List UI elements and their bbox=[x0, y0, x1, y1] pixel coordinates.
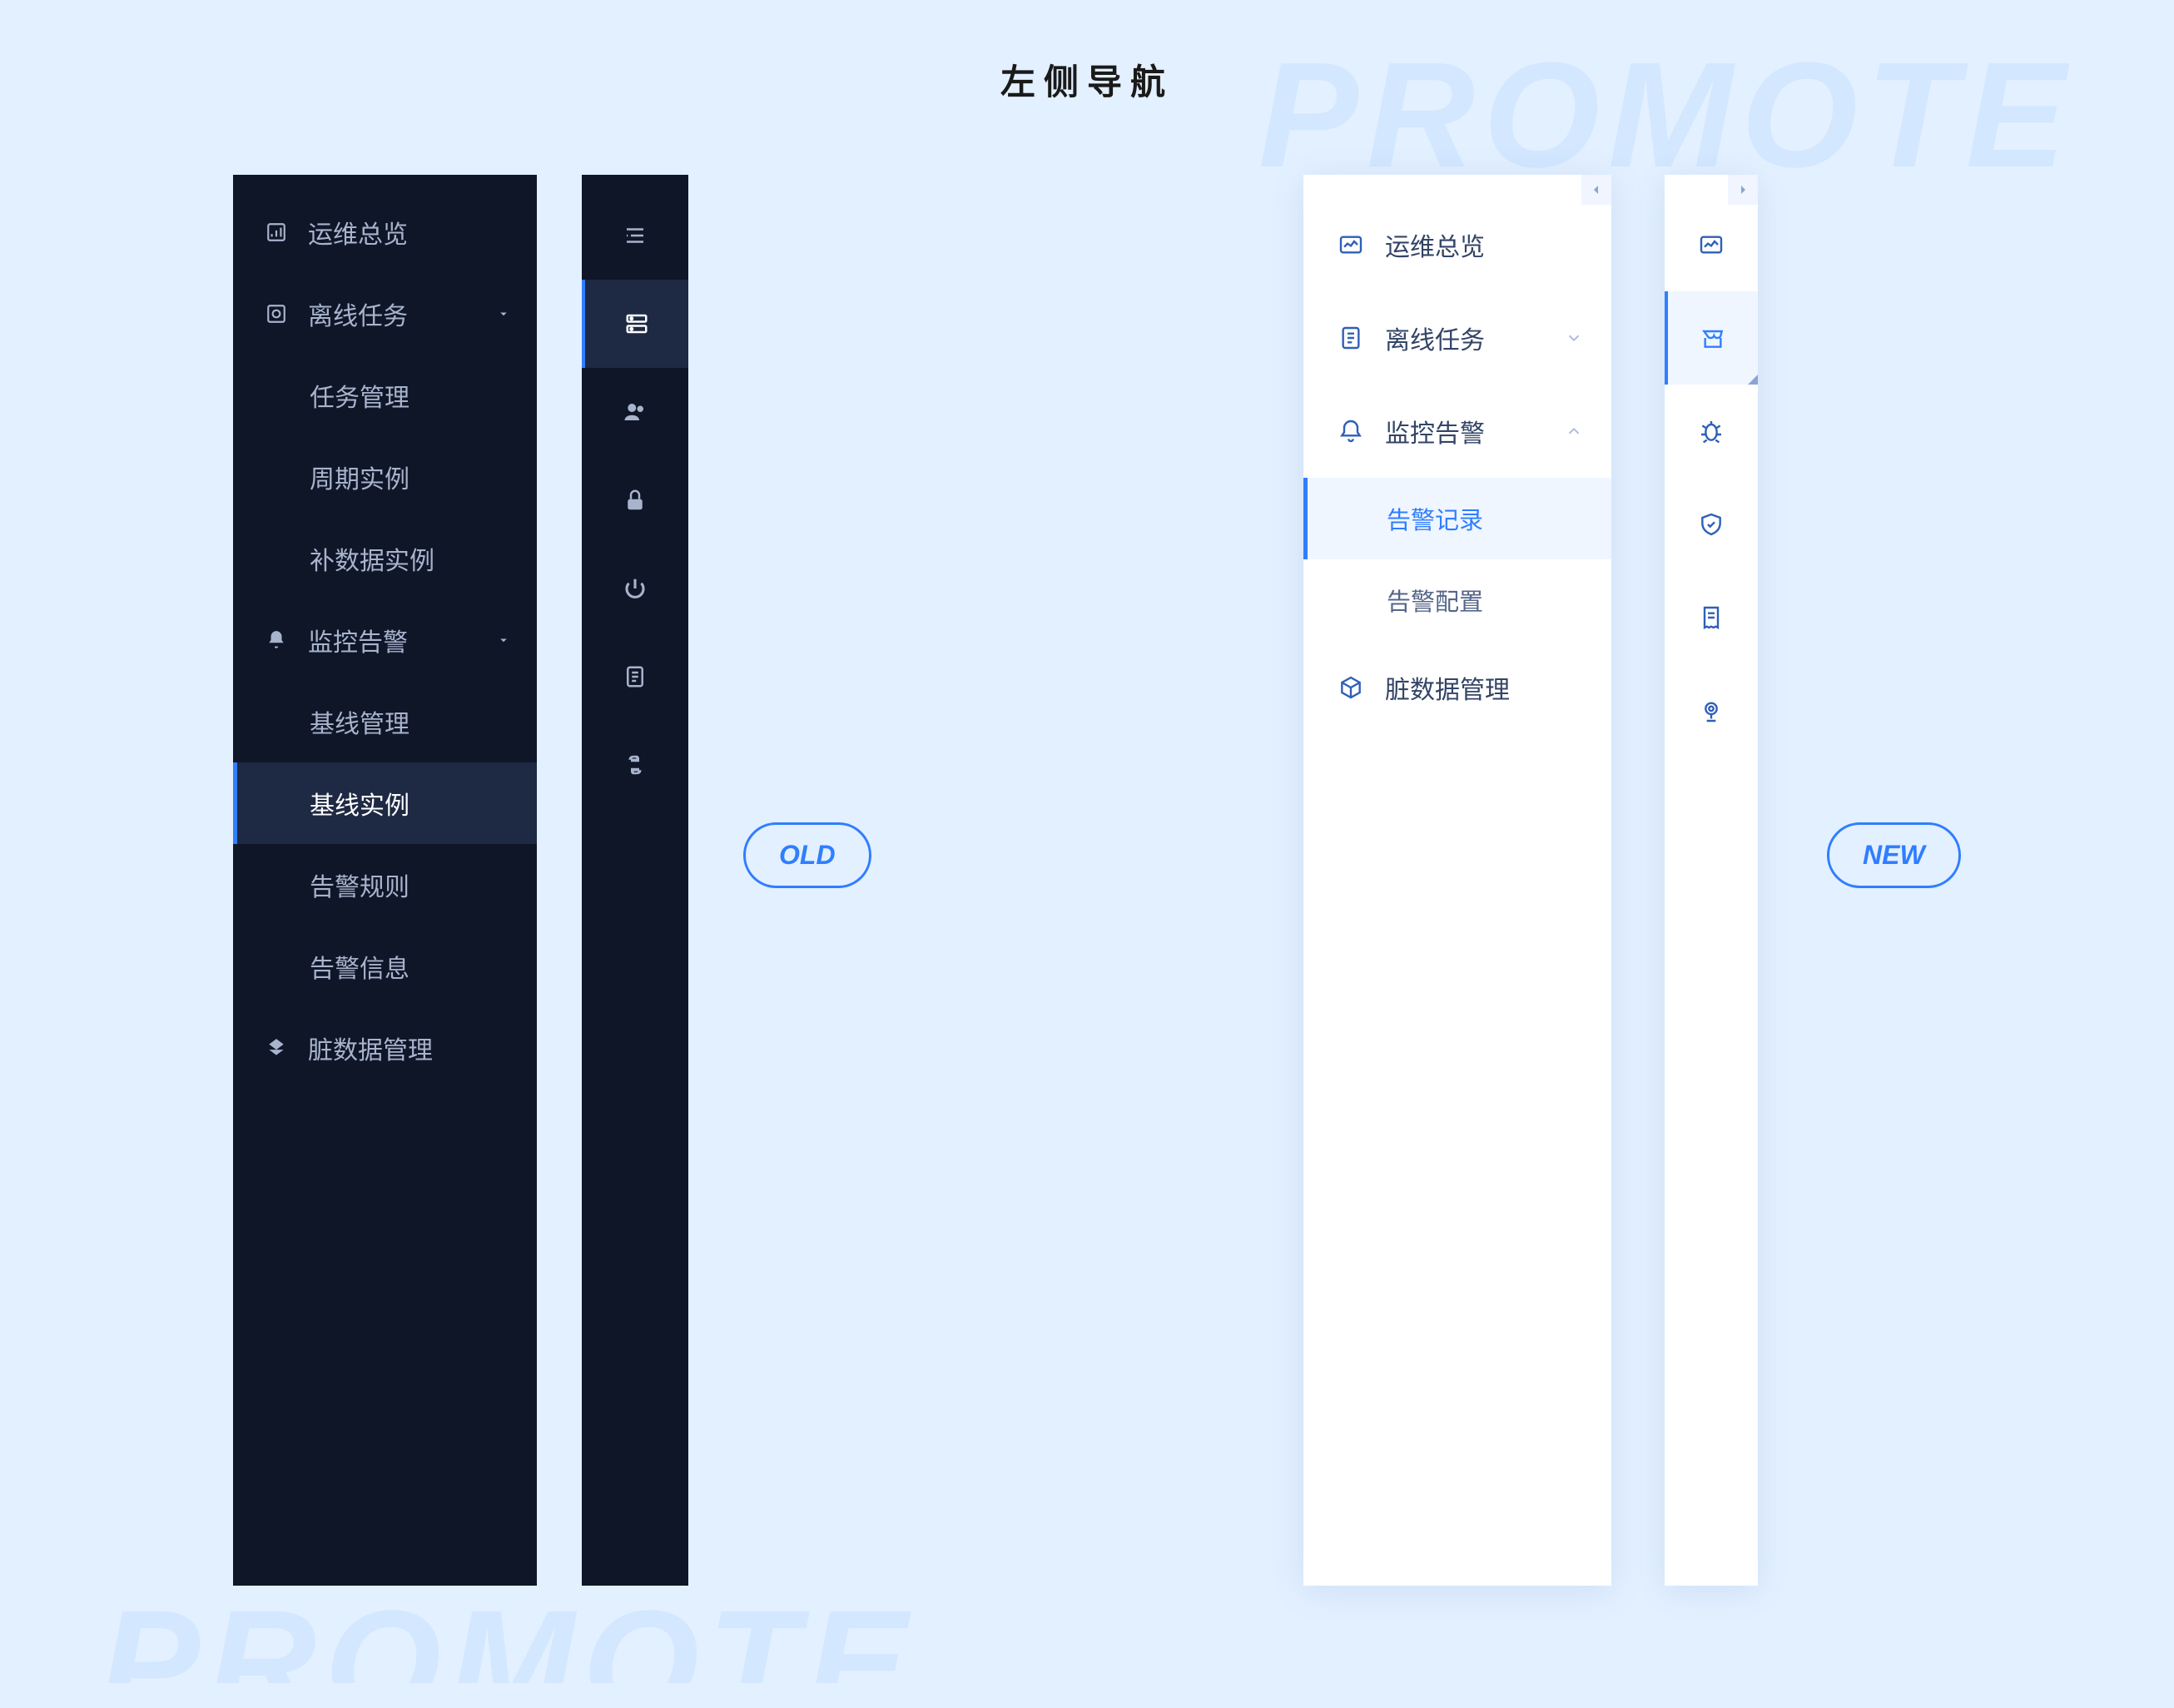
sidebar-item-dirty-data[interactable]: 脏数据管理 bbox=[233, 1007, 537, 1089]
offline-task-icon bbox=[263, 300, 290, 327]
sidebar-item-monitor-alarm[interactable]: 监控告警 bbox=[1303, 385, 1611, 478]
bell-icon bbox=[263, 627, 290, 653]
collapsed-item-shield[interactable] bbox=[1665, 478, 1758, 571]
watermark-bottom: PROMOTE bbox=[100, 1577, 916, 1683]
sidebar-sub-baseline-mgmt[interactable]: 基线管理 bbox=[233, 681, 537, 762]
sidebar-sub-label: 告警信息 bbox=[310, 948, 409, 985]
sidebar-sub-label: 基线管理 bbox=[310, 703, 409, 740]
sidebar-sub-alarm-rule[interactable]: 告警规则 bbox=[233, 844, 537, 926]
server-icon bbox=[624, 311, 649, 336]
sidebar-sub-label: 周期实例 bbox=[310, 459, 409, 495]
sidebar-label: 监控告警 bbox=[1385, 413, 1485, 449]
collapsed-item-lock[interactable] bbox=[582, 456, 688, 544]
new-sidebar-group: 运维总览 离线任务 监控告警 告警记 bbox=[1303, 175, 1758, 1586]
chevron-down-icon bbox=[495, 305, 512, 322]
sidebar-sub-label: 告警配置 bbox=[1387, 583, 1483, 618]
collapsed-item-receipt[interactable] bbox=[1665, 571, 1758, 664]
dashboard-icon bbox=[1698, 231, 1725, 258]
sidebar-label: 运维总览 bbox=[308, 214, 408, 251]
sidebar-sub-alarm-config[interactable]: 告警配置 bbox=[1303, 559, 1611, 641]
bug-icon bbox=[1698, 418, 1725, 444]
sidebar-sub-backfill[interactable]: 补数据实例 bbox=[233, 518, 537, 599]
sidebar-sub-baseline-instance[interactable]: 基线实例 bbox=[233, 762, 537, 844]
sidebar-sub-label: 补数据实例 bbox=[310, 540, 434, 577]
sidebar-label: 离线任务 bbox=[308, 295, 408, 332]
receipt-icon bbox=[1698, 604, 1725, 631]
collapsed-item-bug[interactable] bbox=[1665, 385, 1758, 478]
collapsed-item-store[interactable] bbox=[1665, 291, 1758, 385]
new-sidebar-collapsed bbox=[1665, 175, 1758, 1586]
sidebar-item-offline-task[interactable]: 离线任务 bbox=[1303, 291, 1611, 385]
sidebar-item-monitor-alarm[interactable]: 监控告警 bbox=[233, 599, 537, 681]
old-sidebar-collapsed bbox=[582, 175, 688, 1586]
shield-icon bbox=[1698, 511, 1725, 538]
sidebar-sub-label: 告警规则 bbox=[310, 866, 409, 903]
collapsed-item-dashboard[interactable] bbox=[1665, 198, 1758, 291]
resize-handle-icon bbox=[1748, 375, 1758, 385]
chevron-down-icon bbox=[495, 632, 512, 648]
sidebar-item-offline-task[interactable]: 离线任务 bbox=[233, 273, 537, 355]
bell-icon bbox=[1337, 417, 1365, 445]
sidebar-sub-label: 告警记录 bbox=[1387, 501, 1483, 536]
doc-icon bbox=[1337, 324, 1365, 352]
badge-old: OLD bbox=[743, 822, 871, 888]
sidebar-sub-label: 基线实例 bbox=[310, 785, 409, 822]
sidebar-sub-alarm-record[interactable]: 告警记录 bbox=[1303, 478, 1611, 559]
sidebar-label: 监控告警 bbox=[308, 622, 408, 658]
data-icon bbox=[263, 1035, 290, 1061]
old-sidebar-expanded: 运维总览 离线任务 任务管理 周期实例 补数据实例 bbox=[233, 175, 537, 1586]
sidebar-sub-task-mgmt[interactable]: 任务管理 bbox=[233, 355, 537, 436]
collapsed-item-server[interactable] bbox=[582, 280, 688, 368]
collapsed-item-power[interactable] bbox=[582, 544, 688, 633]
sidebar-label: 离线任务 bbox=[1385, 320, 1485, 356]
new-sidebar-expanded: 运维总览 离线任务 监控告警 告警记 bbox=[1303, 175, 1611, 1586]
chevron-up-icon bbox=[1565, 422, 1583, 440]
lock-icon bbox=[623, 488, 648, 513]
collapsed-item-camera[interactable] bbox=[1665, 664, 1758, 757]
python-icon bbox=[623, 752, 648, 777]
sidebar-sub-cycle-instance[interactable]: 周期实例 bbox=[233, 436, 537, 518]
badge-new: NEW bbox=[1827, 822, 1961, 888]
chevron-down-icon bbox=[1565, 329, 1583, 347]
dashboard-icon bbox=[263, 219, 290, 246]
sidebar-item-overview[interactable]: 运维总览 bbox=[1303, 198, 1611, 291]
doc-icon bbox=[623, 664, 648, 689]
sidebar-label: 运维总览 bbox=[1385, 226, 1485, 263]
store-icon bbox=[1700, 325, 1726, 351]
sidebar-sub-label: 任务管理 bbox=[310, 377, 409, 414]
page-title: 左侧导航 bbox=[1000, 54, 1174, 105]
list-icon bbox=[623, 223, 648, 248]
dashboard-icon bbox=[1337, 231, 1365, 259]
sidebar-label: 脏数据管理 bbox=[308, 1030, 433, 1066]
sidebar-item-dirty-data[interactable]: 脏数据管理 bbox=[1303, 641, 1611, 734]
power-icon bbox=[623, 576, 648, 601]
users-icon bbox=[623, 400, 648, 425]
collapsed-item-users[interactable] bbox=[582, 368, 688, 456]
collapsed-item-python[interactable] bbox=[582, 721, 688, 809]
sidebar-item-overview[interactable]: 运维总览 bbox=[233, 191, 537, 273]
collapsed-item-list[interactable] bbox=[582, 191, 688, 280]
camera-icon bbox=[1698, 698, 1725, 724]
collapsed-item-doc[interactable] bbox=[582, 633, 688, 721]
cube-icon bbox=[1337, 673, 1365, 702]
sidebar-sub-alarm-info[interactable]: 告警信息 bbox=[233, 926, 537, 1007]
old-sidebar-group: 运维总览 离线任务 任务管理 周期实例 补数据实例 bbox=[233, 175, 688, 1586]
sidebar-label: 脏数据管理 bbox=[1385, 669, 1510, 706]
